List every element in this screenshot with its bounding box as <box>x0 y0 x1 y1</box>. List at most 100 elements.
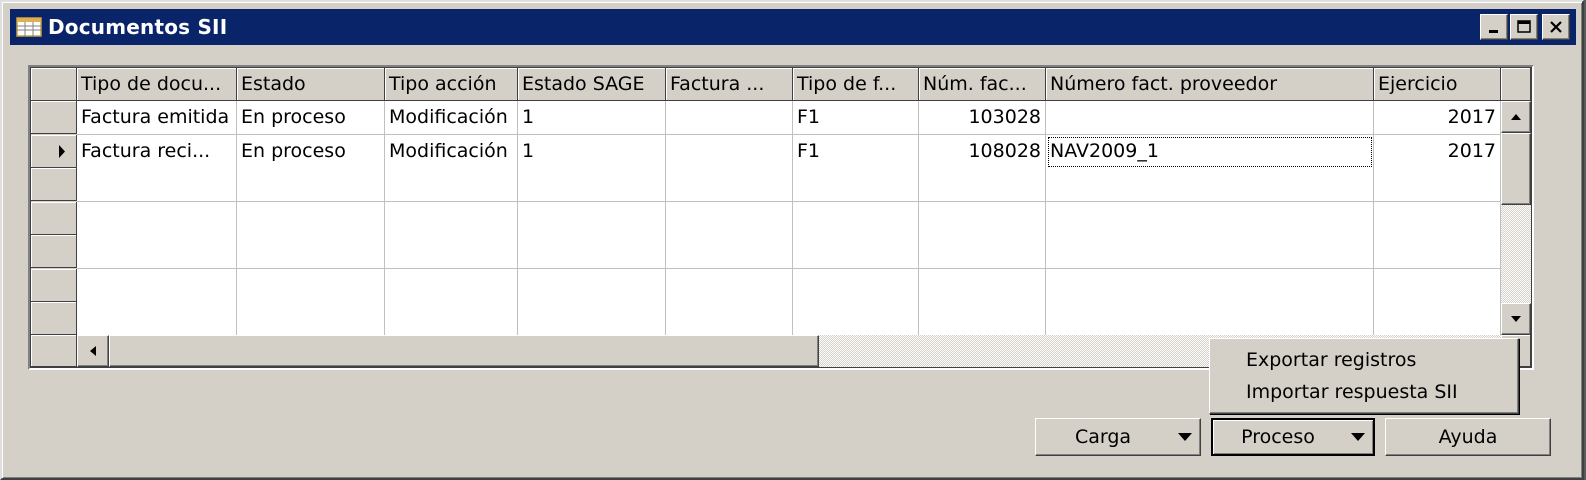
empty-cell[interactable] <box>1374 235 1501 269</box>
column-header-tipo-factura[interactable]: Tipo de f... <box>793 68 919 101</box>
column-header-tipo-accion[interactable]: Tipo acción <box>385 68 518 101</box>
empty-cell[interactable] <box>666 202 793 236</box>
empty-cell[interactable] <box>385 168 518 202</box>
vertical-scroll-thumb[interactable] <box>1501 133 1531 205</box>
scroll-up-button[interactable] <box>1501 101 1531 133</box>
maximize-button[interactable] <box>1510 14 1538 40</box>
title-bar[interactable]: Documentos SII <box>10 9 1576 45</box>
column-header-num-factura[interactable]: Núm. fac... <box>919 68 1046 101</box>
menu-item-exportar-registros[interactable]: Exportar registros <box>1246 345 1416 375</box>
empty-cell[interactable] <box>518 202 666 236</box>
empty-cell[interactable] <box>1046 302 1374 336</box>
empty-cell[interactable] <box>919 269 1046 303</box>
empty-cell[interactable] <box>1374 202 1501 236</box>
empty-cell[interactable] <box>385 269 518 303</box>
empty-cell[interactable] <box>237 202 385 236</box>
cell-factura[interactable] <box>666 135 793 169</box>
empty-cell[interactable] <box>518 235 666 269</box>
empty-cell[interactable] <box>385 202 518 236</box>
column-header-numero-fact-proveedor[interactable]: Número fact. proveedor <box>1046 68 1374 101</box>
empty-cell[interactable] <box>666 168 793 202</box>
empty-cell[interactable] <box>237 168 385 202</box>
cell-tipo-documento[interactable]: Factura emitida <box>77 101 237 135</box>
horizontal-scroll-thumb[interactable] <box>109 335 819 367</box>
cell-tipo-factura[interactable]: F1 <box>793 101 919 135</box>
empty-cell[interactable] <box>793 168 919 202</box>
row-selector[interactable] <box>31 168 77 201</box>
empty-cell[interactable] <box>919 168 1046 202</box>
empty-cell[interactable] <box>666 235 793 269</box>
cell-num-factura[interactable]: 103028 <box>919 101 1046 135</box>
empty-cell[interactable] <box>919 235 1046 269</box>
empty-cell[interactable] <box>793 202 919 236</box>
table-icon <box>16 17 42 37</box>
empty-cell[interactable] <box>77 302 237 336</box>
cell-numero-fact-proveedor[interactable]: NAV2009_1 <box>1046 135 1374 169</box>
column-header-factura[interactable]: Factura ... <box>666 68 793 101</box>
empty-cell[interactable] <box>793 302 919 336</box>
empty-cell[interactable] <box>237 235 385 269</box>
empty-cell[interactable] <box>77 202 237 236</box>
empty-cell[interactable] <box>919 302 1046 336</box>
empty-cell[interactable] <box>385 302 518 336</box>
cell-estado-sage[interactable]: 1 <box>518 101 666 135</box>
ayuda-button[interactable]: Ayuda <box>1385 418 1551 456</box>
row-selector[interactable] <box>31 269 77 302</box>
scroll-down-button[interactable] <box>1501 303 1531 335</box>
cell-ejercicio[interactable]: 2017 <box>1374 135 1501 169</box>
close-button[interactable] <box>1542 14 1570 40</box>
minimize-button[interactable] <box>1480 14 1508 40</box>
empty-cell[interactable] <box>77 269 237 303</box>
row-selector[interactable] <box>31 202 77 235</box>
empty-cell[interactable] <box>666 302 793 336</box>
proceso-button[interactable]: Proceso <box>1211 418 1375 456</box>
empty-cell[interactable] <box>1046 235 1374 269</box>
cell-factura[interactable] <box>666 101 793 135</box>
cell-estado[interactable]: En proceso <box>237 135 385 169</box>
cell-num-factura[interactable]: 108028 <box>919 135 1046 169</box>
cell-tipo-accion[interactable]: Modificación <box>385 101 518 135</box>
column-header-estado-sage[interactable]: Estado SAGE <box>518 68 666 101</box>
row-selector[interactable] <box>31 302 77 335</box>
empty-cell[interactable] <box>793 269 919 303</box>
carga-button[interactable]: Carga <box>1035 418 1201 456</box>
row-selector[interactable] <box>31 101 77 134</box>
cell-tipo-documento[interactable]: Factura reci... <box>77 135 237 169</box>
column-header-ejercicio[interactable]: Ejercicio <box>1374 68 1501 101</box>
scroll-left-button[interactable] <box>77 335 109 367</box>
empty-cell[interactable] <box>385 235 518 269</box>
empty-cell[interactable] <box>237 269 385 303</box>
empty-cell[interactable] <box>1374 168 1501 202</box>
vertical-scrollbar[interactable] <box>1501 101 1531 335</box>
empty-cell[interactable] <box>518 302 666 336</box>
close-icon <box>1550 21 1562 33</box>
cell-estado-sage[interactable]: 1 <box>518 135 666 169</box>
row-selector[interactable] <box>31 235 77 268</box>
column-header-tipo-documento[interactable]: Tipo de docu... <box>77 68 237 101</box>
empty-cell[interactable] <box>1374 302 1501 336</box>
empty-cell[interactable] <box>793 235 919 269</box>
empty-cell[interactable] <box>1046 202 1374 236</box>
empty-cell[interactable] <box>518 269 666 303</box>
empty-cell[interactable] <box>237 302 385 336</box>
column-header-estado[interactable]: Estado <box>237 68 385 101</box>
carga-button-label: Carga <box>1074 426 1132 448</box>
cell-numero-fact-proveedor[interactable] <box>1046 101 1374 135</box>
cell-tipo-accion[interactable]: Modificación <box>385 135 518 169</box>
cell-ejercicio[interactable]: 2017 <box>1374 101 1501 135</box>
empty-cell[interactable] <box>1046 168 1374 202</box>
maximize-icon <box>1517 20 1531 33</box>
empty-cell[interactable] <box>1046 269 1374 303</box>
empty-cell[interactable] <box>518 168 666 202</box>
empty-cell[interactable] <box>77 168 237 202</box>
empty-cell[interactable] <box>919 202 1046 236</box>
cell-tipo-factura[interactable]: F1 <box>793 135 919 169</box>
cell-estado[interactable]: En proceso <box>237 101 385 135</box>
empty-cell[interactable] <box>1374 269 1501 303</box>
empty-cell[interactable] <box>77 235 237 269</box>
row-selector-current[interactable] <box>31 135 77 168</box>
column-header-filler <box>1501 68 1531 101</box>
empty-cell[interactable] <box>666 269 793 303</box>
menu-item-importar-respuesta-sii[interactable]: Importar respuesta SII <box>1246 377 1458 407</box>
grid-corner[interactable] <box>31 68 77 101</box>
